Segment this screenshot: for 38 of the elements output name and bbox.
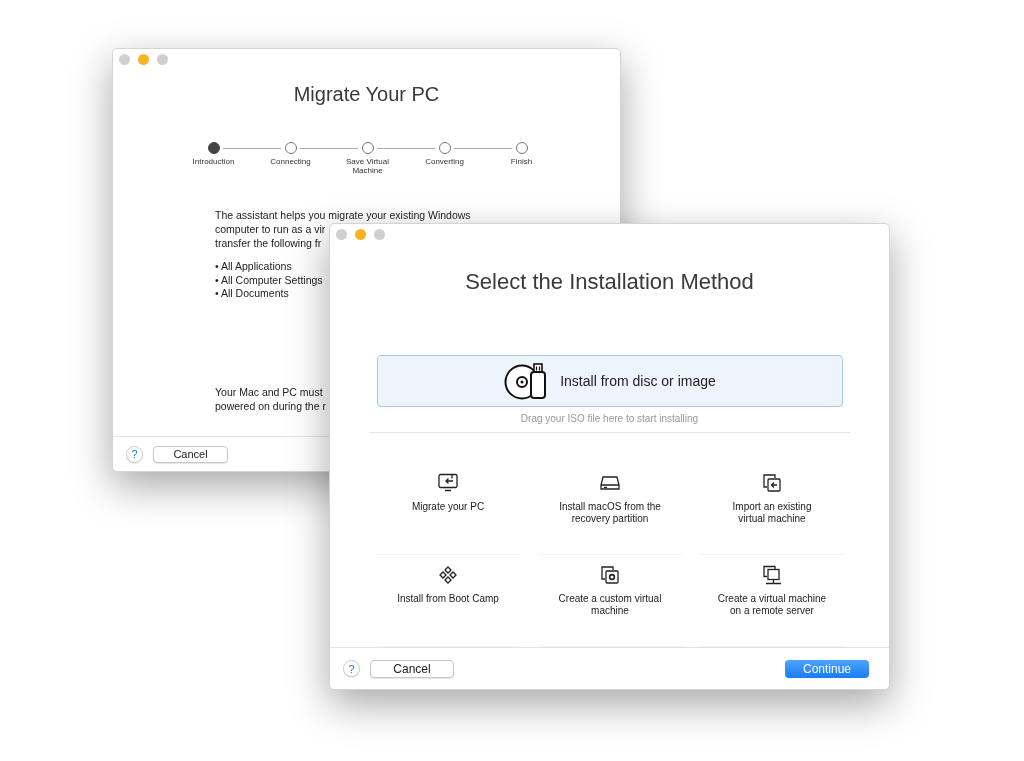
install-option[interactable]: Import an existing virtual machine (699, 473, 845, 556)
body-text: computer to run as a vir (215, 222, 326, 237)
step-label: Converting (425, 157, 464, 167)
list-item: • All Computer Settings (215, 273, 323, 288)
zoom-window-icon[interactable] (157, 54, 168, 65)
monitor-arrow-icon (438, 473, 458, 494)
step-label: Finish (510, 157, 533, 167)
minimize-window-icon[interactable] (355, 229, 366, 240)
zoom-window-icon[interactable] (374, 229, 385, 240)
step-label: Introduction (192, 157, 235, 167)
step-label: Connecting (270, 157, 311, 167)
install-option[interactable]: Install macOS from the recovery partition (537, 473, 683, 556)
body-text: Your Mac and PC must (215, 385, 323, 400)
minimize-window-icon[interactable] (138, 54, 149, 65)
cancel-button[interactable]: Cancel (153, 445, 228, 463)
help-button[interactable]: ? (343, 660, 360, 678)
diamond-grid-icon (439, 565, 457, 586)
copy-network-icon (763, 565, 781, 586)
help-button[interactable]: ? (126, 445, 143, 463)
list-item: • All Documents (215, 287, 289, 301)
body-text: transfer the following fr (215, 236, 322, 251)
window-title: Select the Installation Method (465, 269, 754, 295)
body-text: The assistant helps you migrate your existing Windows (215, 209, 471, 223)
install-option[interactable]: Migrate your PC (375, 473, 521, 556)
install-option[interactable]: Install from Boot Camp (375, 565, 521, 648)
body-text: powered on during the r (215, 399, 326, 414)
install-option[interactable]: Create a virtual machine on a remote server (699, 565, 845, 648)
drag-hint: Drag your ISO file here to start installing (520, 413, 699, 425)
window-title: Migrate Your PC (293, 83, 440, 106)
close-window-icon[interactable] (336, 229, 347, 240)
install-option[interactable]: Create a custom virtual machine (537, 565, 683, 648)
step-label: Save Virtual Machine (346, 157, 389, 176)
copy-arrow-icon (763, 473, 781, 494)
list-item: • All Applications (215, 260, 292, 274)
close-window-icon[interactable] (119, 54, 130, 65)
cancel-button[interactable]: Cancel (370, 659, 454, 678)
copy-gear-icon (601, 565, 619, 586)
install-from-disc-button[interactable]: Install from disc or image (377, 355, 843, 408)
